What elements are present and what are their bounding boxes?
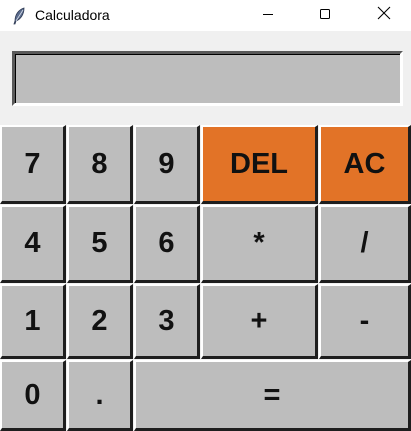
decimal-button[interactable]: .: [67, 360, 133, 431]
key-9[interactable]: 9: [134, 125, 200, 204]
multiply-button[interactable]: *: [201, 205, 318, 283]
display-entry[interactable]: [12, 51, 403, 106]
key-2[interactable]: 2: [67, 284, 133, 359]
key-3[interactable]: 3: [134, 284, 200, 359]
calculator-window: Calculadora 7 8 9 DEL AC 4 5 6 * / 1 2 3…: [0, 0, 411, 431]
key-6[interactable]: 6: [134, 205, 200, 283]
delete-button[interactable]: DEL: [201, 125, 318, 204]
minus-button[interactable]: -: [319, 284, 411, 359]
minimize-icon: [262, 7, 274, 25]
equals-button[interactable]: =: [134, 360, 411, 431]
minimize-button[interactable]: [245, 0, 291, 31]
feather-icon: [12, 7, 26, 25]
window-title: Calculadora: [35, 7, 110, 23]
key-4[interactable]: 4: [0, 205, 66, 283]
close-icon: [377, 6, 391, 25]
key-5[interactable]: 5: [67, 205, 133, 283]
all-clear-button[interactable]: AC: [319, 125, 411, 204]
key-0[interactable]: 0: [0, 360, 66, 431]
key-8[interactable]: 8: [67, 125, 133, 204]
close-button[interactable]: [361, 0, 407, 31]
maximize-button[interactable]: [302, 0, 348, 31]
maximize-icon: [319, 7, 331, 25]
plus-button[interactable]: +: [201, 284, 318, 359]
key-1[interactable]: 1: [0, 284, 66, 359]
key-7[interactable]: 7: [0, 125, 66, 204]
title-bar: Calculadora: [0, 0, 411, 31]
display-area: [0, 31, 411, 123]
divide-button[interactable]: /: [319, 205, 411, 283]
